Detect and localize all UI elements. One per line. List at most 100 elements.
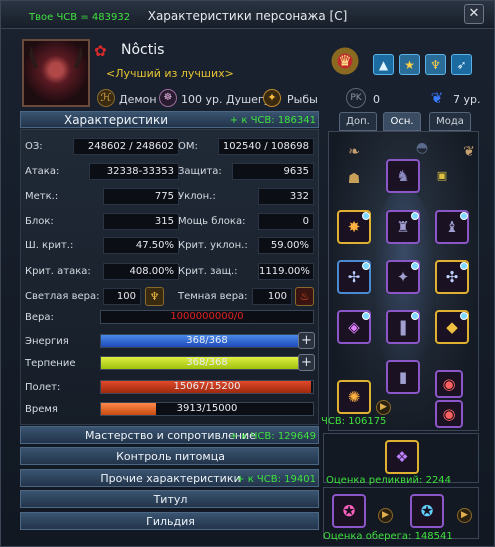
light-faith-icon[interactable]: ♆	[145, 287, 164, 306]
amulet-slot-2[interactable]: ✪	[410, 494, 444, 528]
horn-left	[26, 43, 48, 69]
window-title: Характеристики персонажа [C]	[147, 9, 348, 23]
amulet-slot-1[interactable]: ✪	[332, 494, 366, 528]
section-mastery[interactable]: Мастерство и сопротивление + к ЧСВ: 1296…	[20, 426, 319, 444]
evasion-label: Уклон.:	[178, 191, 216, 202]
evasion-value: 332	[258, 188, 314, 205]
cup-badge-icon[interactable]: ♆	[425, 54, 446, 75]
section-pet-control[interactable]: Контроль питомца	[20, 447, 319, 465]
amulet-1-arrow-button[interactable]: ▶	[378, 508, 393, 523]
tab-extra[interactable]: Доп.	[339, 112, 377, 131]
block-power-value: 0	[258, 213, 314, 230]
crit-chance-value: 47.50%	[103, 237, 179, 254]
wings-right-icon[interactable]: ❦	[454, 140, 484, 164]
faith-bar-label: Вера:	[25, 312, 54, 323]
relic-slot[interactable]: ❖	[385, 440, 419, 474]
trophy-badge-icon[interactable]: ★	[399, 54, 420, 75]
relic-score: Оценка реликвий: 2244	[326, 475, 452, 486]
character-window: Твое ЧСВ = 483932 Характеристики персона…	[0, 0, 495, 547]
flight-bar-label: Полет:	[25, 382, 61, 393]
crit-attack-label: Крит. атака:	[25, 266, 91, 277]
energy-plus-button[interactable]: +	[298, 332, 315, 349]
patience-plus-button[interactable]: +	[298, 354, 315, 371]
dark-faith-icon[interactable]: ♨	[295, 287, 314, 306]
dark-faith-value: 100	[252, 288, 292, 305]
time-bar-text: 3913/15000	[176, 403, 238, 414]
bird-badge-icon[interactable]: ➶	[451, 54, 472, 75]
crit-evasion-value: 59.00%	[258, 237, 314, 254]
gem-icon	[460, 212, 468, 220]
flight-bar: 15067/15200	[100, 380, 314, 394]
crit-chance-label: Ш. крит.:	[25, 240, 74, 251]
stats-header-bonus: + к ЧСВ: 186341	[229, 115, 316, 126]
defense-value: 9635	[232, 163, 314, 180]
stats-header-button[interactable]: Характеристики + к ЧСВ: 186341	[20, 111, 319, 128]
block-power-label: Мощь блока:	[178, 216, 246, 227]
amulet-score: Оценка оберега: 148541	[323, 531, 453, 542]
light-faith-label: Светлая вера:	[25, 291, 100, 302]
attack-value: 32338-33353	[89, 163, 179, 180]
gem-icon	[460, 262, 468, 270]
section-guild-label: Гильдия	[146, 515, 195, 528]
energy-bar-label: Энергия	[25, 336, 69, 347]
hood-icon[interactable]: ◓	[407, 136, 437, 160]
energy-bar: 368/368	[100, 334, 314, 348]
equipment-score: ЧСВ: 106175	[321, 416, 387, 427]
ring-bottom-slot[interactable]: ◉	[435, 400, 463, 428]
dark-faith-label: Темная вера:	[178, 291, 248, 302]
section-title[interactable]: Титул	[20, 490, 319, 508]
stats-header-label: Характеристики	[63, 113, 168, 127]
hp-label: ОЗ:	[25, 141, 43, 152]
accuracy-value: 775	[103, 188, 179, 205]
section-other-stats[interactable]: Прочие характеристики + к ЧСВ: 19401	[20, 469, 319, 487]
section-title-label: Титул	[153, 493, 188, 506]
gem-icon	[362, 212, 370, 220]
attack-label: Атака:	[25, 166, 60, 177]
gem-icon	[362, 262, 370, 270]
gem-icon	[362, 312, 370, 320]
character-name: Nôctis	[121, 42, 165, 58]
mp-label: ОМ:	[178, 141, 198, 152]
wings-icon: ❦	[430, 89, 444, 107]
pk-value: 0	[373, 93, 380, 106]
close-button[interactable]: ✕	[464, 4, 484, 24]
mask-icon[interactable]: ☗	[339, 167, 369, 191]
mp-value: 102540 / 108698	[218, 138, 314, 155]
block-value: 315	[103, 213, 179, 230]
patience-bar: 368/368	[100, 356, 314, 370]
rose-icon: ✿	[94, 42, 107, 60]
gem-icon	[411, 262, 419, 270]
stats-panel: ОЗ: 248602 / 248602 ОМ: 102540 / 108698 …	[20, 129, 319, 425]
accuracy-label: Метк.:	[25, 191, 59, 202]
profession-icon: ✦	[263, 89, 281, 107]
crit-attack-value: 408.00%	[103, 263, 179, 280]
stairs-badge-icon[interactable]: ▲	[373, 54, 394, 75]
light-faith-value: 100	[103, 288, 141, 305]
character-portrait	[22, 39, 90, 107]
faith-bar: 1000000000/0	[100, 310, 314, 324]
ring-top-slot[interactable]: ◉	[435, 370, 463, 398]
boots-slot[interactable]: ▮	[386, 360, 420, 394]
horn-right	[64, 43, 86, 69]
tab-fashion[interactable]: Мода	[429, 112, 471, 131]
profession-label: Рыбы	[287, 93, 318, 106]
flight-bar-text: 15067/15200	[173, 381, 241, 392]
tab-main[interactable]: Осн.	[383, 112, 421, 131]
defense-label: Защита:	[178, 166, 222, 177]
race-icon: ℋ	[97, 89, 115, 107]
crit-evasion-label: Крит. уклон.:	[178, 240, 248, 251]
section-guild[interactable]: Гильдия	[20, 512, 319, 530]
special-slot[interactable]: ✺	[337, 380, 371, 414]
time-bar: 3913/15000	[100, 402, 314, 416]
helmet-slot[interactable]: ♞	[386, 159, 420, 193]
amulet-2-arrow-button[interactable]: ▶	[457, 508, 472, 523]
title-bar: Твое ЧСВ = 483932 Характеристики персона…	[1, 1, 494, 29]
badge-small-icon[interactable]: ▣	[427, 164, 457, 188]
rank-emblem-icon[interactable]: ♛	[329, 43, 361, 79]
special-arrow-button[interactable]: ▶	[376, 400, 391, 415]
character-title[interactable]: Лучший из лучших	[106, 67, 234, 80]
rank-level: 7 ур.	[453, 93, 481, 106]
gem-icon	[411, 312, 419, 320]
patience-bar-text: 368/368	[186, 357, 228, 368]
wing-accessory-icon[interactable]: ❧	[339, 140, 369, 164]
